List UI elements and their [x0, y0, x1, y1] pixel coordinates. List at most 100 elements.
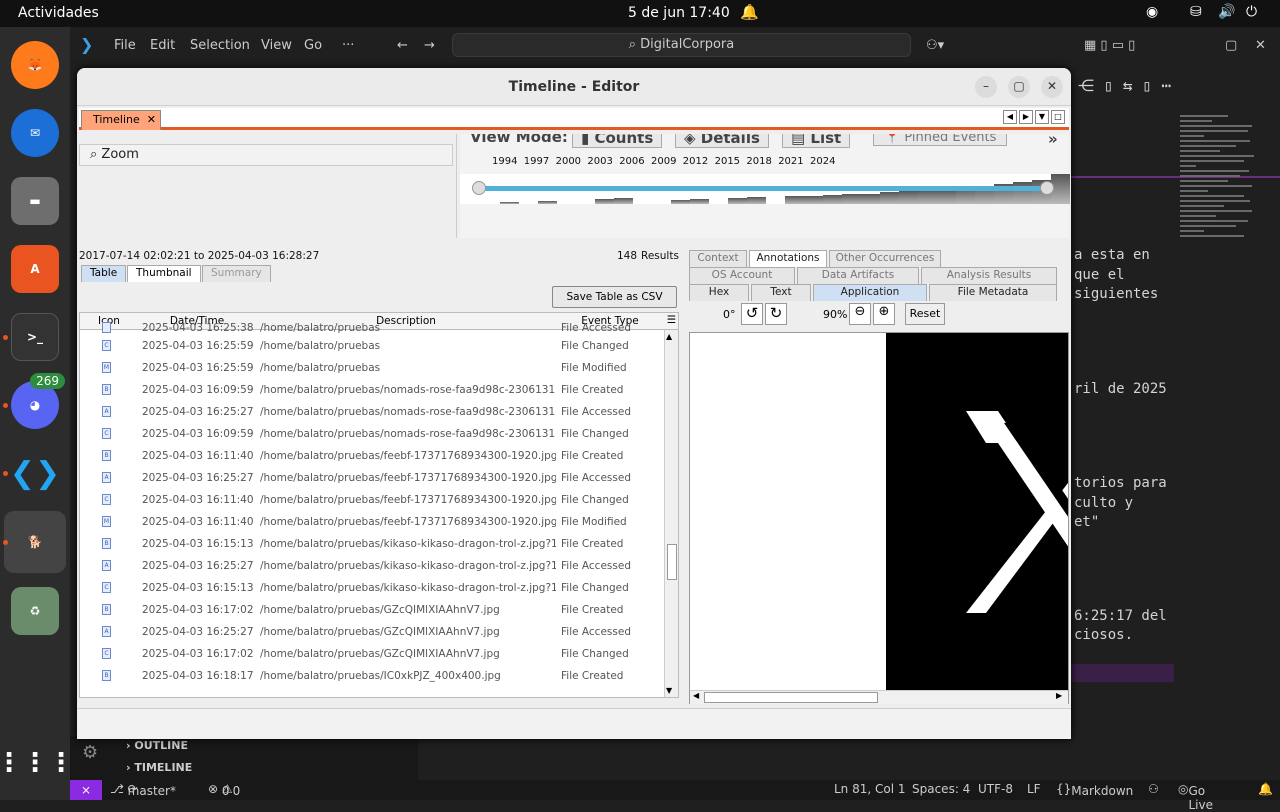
- tab-close-icon[interactable]: ✕: [147, 113, 156, 126]
- tab-annotations[interactable]: Annotations: [749, 250, 827, 267]
- zoom-out-icon[interactable]: ⊖: [849, 303, 871, 325]
- files-icon[interactable]: ▬: [11, 177, 59, 225]
- reset-button[interactable]: Reset: [905, 303, 945, 325]
- discord-icon[interactable]: ◕ 269: [11, 373, 65, 429]
- histogram-bar[interactable]: [747, 197, 766, 204]
- list-button[interactable]: ▤ List: [782, 134, 851, 148]
- tab-table[interactable]: Table: [81, 265, 127, 282]
- table-row[interactable]: B 2025-04-03 16:11:40/home/balatro/prueba…: [80, 445, 662, 467]
- histogram-bar[interactable]: [880, 192, 899, 204]
- table-row[interactable]: B 2025-04-03 16:17:02/home/balatro/prueba…: [80, 599, 662, 621]
- histogram-bar[interactable]: [595, 199, 614, 204]
- histogram-bar[interactable]: [899, 191, 918, 204]
- tab-maximize-icon[interactable]: □: [1051, 110, 1065, 124]
- window-close-icon[interactable]: ✕: [1255, 38, 1266, 53]
- rotate-right-icon[interactable]: ↻: [765, 303, 787, 325]
- table-row[interactable]: C 2025-04-03 16:11:40/home/balatro/prueba…: [80, 489, 662, 511]
- eol[interactable]: LF: [1027, 782, 1041, 796]
- remote-indicator-icon[interactable]: ⨯: [70, 780, 102, 800]
- back-arrow-icon[interactable]: ←: [397, 38, 408, 53]
- table-row[interactable]: B 2025-04-03 16:15:13/home/balatro/prueba…: [80, 533, 662, 555]
- tab-other-occurrences[interactable]: Other Occurrences: [829, 250, 941, 267]
- tab-list-icon[interactable]: ▼: [1035, 110, 1049, 124]
- menu-selection[interactable]: Selection: [190, 38, 250, 53]
- branch-indicator[interactable]: ⎇ master* ⟳: [110, 782, 176, 798]
- rotate-left-icon[interactable]: ↺: [741, 303, 763, 325]
- scroll-left-icon[interactable]: ◀: [693, 691, 699, 700]
- range-slider[interactable]: [472, 181, 1054, 195]
- histogram-bar[interactable]: [785, 196, 804, 204]
- close-icon[interactable]: ✕: [1041, 76, 1063, 98]
- table-row[interactable]: A 2025-04-03 16:25:27/home/balatro/prueba…: [80, 621, 662, 643]
- histogram-bar[interactable]: [614, 198, 633, 204]
- table-row[interactable]: A 2025-04-03 16:25:27/home/balatro/prueba…: [80, 401, 662, 423]
- slider-start-handle[interactable]: [472, 181, 486, 195]
- language-mode[interactable]: {} Markdown: [1056, 782, 1133, 798]
- table-row[interactable]: C 2025-04-03 16:17:02/home/balatro/prueba…: [80, 643, 662, 665]
- encoding[interactable]: UTF-8: [978, 782, 1013, 796]
- volume-icon[interactable]: 🔊: [1218, 4, 1235, 20]
- tab-application[interactable]: Application: [813, 284, 927, 301]
- histogram-bar[interactable]: [538, 201, 557, 204]
- app-center-icon[interactable]: A: [11, 245, 59, 293]
- tab-file-metadata[interactable]: File Metadata: [929, 284, 1057, 301]
- tab-text[interactable]: Text: [751, 284, 811, 301]
- table-row[interactable]: M 2025-04-03 16:25:59/home/balatro/prueba…: [80, 357, 662, 379]
- scroll-right-icon[interactable]: ▶: [1056, 691, 1062, 700]
- clock[interactable]: 5 de jun 17:40: [628, 5, 730, 21]
- copilot-icon[interactable]: ⚇▾: [926, 38, 944, 53]
- minimap[interactable]: [1180, 115, 1260, 355]
- table-row[interactable]: C 2025-04-03 16:15:13/home/balatro/prueba…: [80, 577, 662, 599]
- autopsy-icon[interactable]: 🐕: [4, 511, 66, 573]
- outline-section[interactable]: › OUTLINE: [126, 739, 188, 752]
- table-scrollbar[interactable]: ▲ ▼: [664, 330, 678, 697]
- histogram-bar[interactable]: [823, 195, 842, 204]
- tab-right-arrow-icon[interactable]: ▶: [1019, 110, 1033, 124]
- zoom-in-icon[interactable]: ⊕: [873, 303, 895, 325]
- tab-os-account[interactable]: OS Account: [689, 267, 795, 284]
- slider-end-handle[interactable]: [1040, 181, 1054, 195]
- scroll-down-icon[interactable]: ▼: [666, 686, 672, 695]
- table-row[interactable]: M 2025-04-03 16:11:40/home/balatro/prueba…: [80, 511, 662, 533]
- zoom-header[interactable]: ⌕ Zoom: [79, 144, 453, 166]
- tab-context[interactable]: Context: [689, 250, 747, 267]
- window-restore-icon[interactable]: ▢: [1225, 38, 1237, 53]
- histogram-bar[interactable]: [842, 194, 861, 204]
- menu-edit[interactable]: Edit: [150, 38, 175, 53]
- show-apps-icon[interactable]: ⋮⋮⋮: [0, 739, 74, 787]
- save-csv-button[interactable]: Save Table as CSV: [552, 286, 677, 308]
- indentation[interactable]: Spaces: 4: [912, 782, 970, 796]
- problems-indicator[interactable]: ⊗ 0 ⚠ 0: [208, 782, 240, 798]
- table-row[interactable]: B 2025-04-03 16:18:17/home/balatro/prueba…: [80, 665, 662, 687]
- histogram-bar[interactable]: [500, 202, 519, 204]
- histogram-bar[interactable]: [937, 190, 956, 204]
- scroll-up-icon[interactable]: ▲: [666, 332, 672, 341]
- settings-gear-icon[interactable]: ⚙: [82, 742, 98, 763]
- editor-actions-icon[interactable]: ⋲ ▯ ⇆ ▯ ⋯: [1078, 76, 1171, 95]
- menu-file[interactable]: File: [114, 38, 136, 53]
- maximize-icon[interactable]: ▢: [1008, 76, 1030, 98]
- timeline-tab[interactable]: Timeline ✕: [81, 110, 161, 130]
- tab-summary[interactable]: Summary: [202, 265, 271, 282]
- menu-go[interactable]: Go: [304, 38, 322, 53]
- notifications-icon[interactable]: 🔔: [1258, 782, 1273, 796]
- histogram-bar[interactable]: [861, 194, 880, 204]
- layout-icon[interactable]: ▦ ▯ ▭ ▯: [1084, 38, 1135, 53]
- tab-data-artifacts[interactable]: Data Artifacts: [797, 267, 919, 284]
- histogram-bar[interactable]: [804, 196, 823, 204]
- histogram-bar[interactable]: [671, 200, 690, 204]
- timeline-section[interactable]: › TIMELINE: [126, 761, 192, 774]
- column-chooser-icon[interactable]: ☰: [664, 314, 678, 326]
- thunderbird-icon[interactable]: ✉: [11, 109, 59, 157]
- menu-more[interactable]: ···: [342, 38, 354, 53]
- tab-left-arrow-icon[interactable]: ◀: [1003, 110, 1017, 124]
- table-row[interactable]: A 2025-04-03 16:25:27/home/balatro/prueba…: [80, 555, 662, 577]
- pinned-events-button[interactable]: 📍 Pinned Events: [873, 134, 1008, 146]
- forward-arrow-icon[interactable]: →: [424, 38, 435, 53]
- histogram-bar[interactable]: [728, 198, 747, 204]
- firefox-icon[interactable]: 🦊: [11, 41, 59, 89]
- menu-view[interactable]: View: [261, 38, 292, 53]
- table-row[interactable]: C 2025-04-03 16:25:59/home/balatro/prueba…: [80, 335, 662, 357]
- histogram-bar[interactable]: [690, 199, 709, 204]
- counts-button[interactable]: ▮ Counts: [572, 134, 663, 148]
